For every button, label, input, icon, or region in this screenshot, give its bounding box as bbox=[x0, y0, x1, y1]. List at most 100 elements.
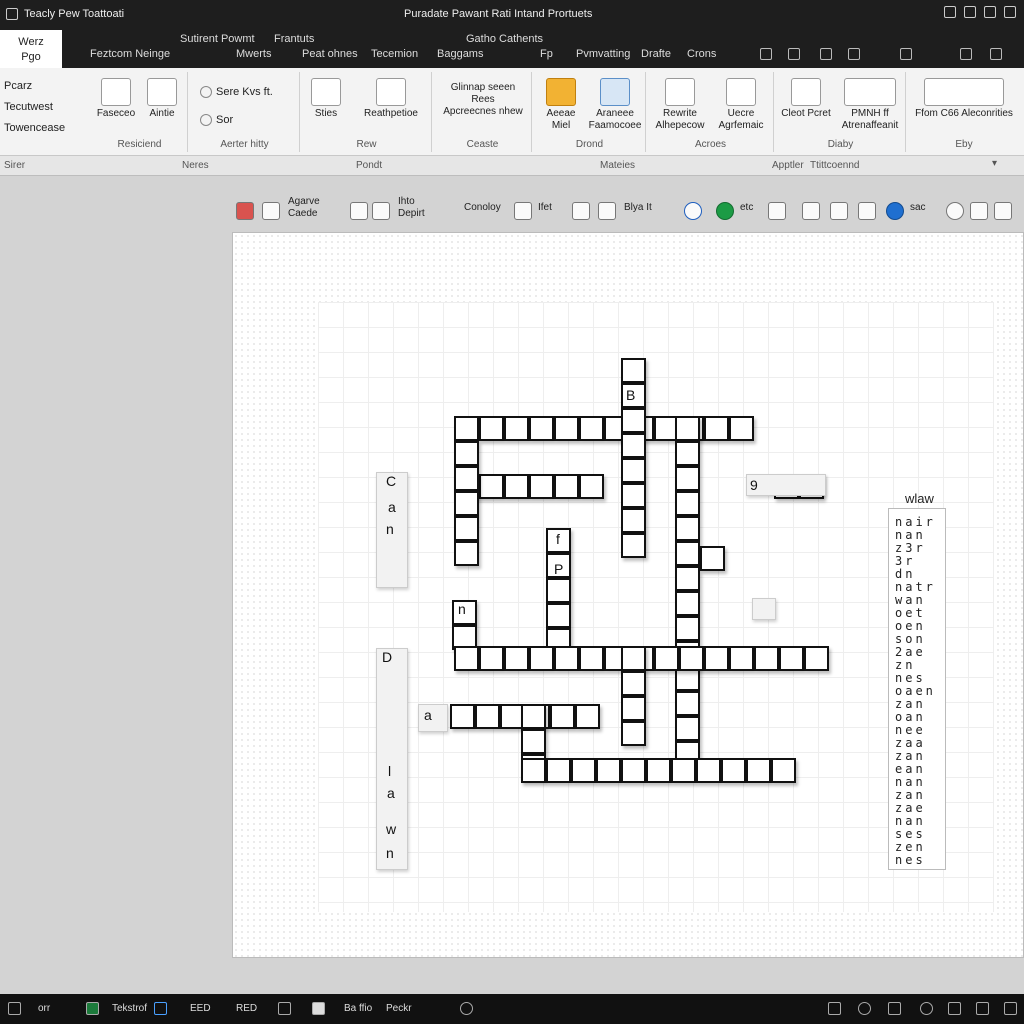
clue-box-5[interactable] bbox=[418, 704, 448, 732]
volume-icon[interactable] bbox=[888, 1002, 901, 1015]
crossword-cell[interactable] bbox=[654, 646, 679, 671]
tab-upper-1[interactable]: Sutirent Powmt bbox=[180, 33, 255, 45]
crossword-cell[interactable] bbox=[550, 704, 575, 729]
blob-icon[interactable] bbox=[886, 202, 904, 220]
start-icon[interactable] bbox=[8, 1002, 21, 1015]
crossword-cell[interactable] bbox=[454, 491, 479, 516]
chevron-down-icon[interactable] bbox=[848, 48, 860, 60]
notification-icon[interactable] bbox=[976, 1002, 989, 1015]
tab-mailings[interactable]: Baggams bbox=[437, 48, 483, 60]
crossword-cell[interactable] bbox=[679, 646, 704, 671]
crossword-cell[interactable] bbox=[504, 474, 529, 499]
crossword-cell[interactable] bbox=[700, 546, 725, 571]
page-icon[interactable] bbox=[830, 202, 848, 220]
crossword-cell[interactable] bbox=[675, 416, 700, 441]
help-icon[interactable] bbox=[990, 48, 1002, 60]
clue-box-4[interactable] bbox=[752, 598, 776, 620]
crossword-cell[interactable] bbox=[675, 616, 700, 641]
clipboard-button-1[interactable]: Faseceo bbox=[96, 78, 136, 120]
crossword-cell[interactable] bbox=[454, 516, 479, 541]
search-icon[interactable] bbox=[460, 1002, 473, 1015]
tab-insert[interactable]: Feztcom Neinge bbox=[90, 48, 170, 60]
arrow-icon[interactable] bbox=[802, 202, 820, 220]
crossword-cell[interactable] bbox=[804, 646, 829, 671]
crossword-cell[interactable] bbox=[479, 416, 504, 441]
tray-icon-1[interactable] bbox=[828, 1002, 841, 1015]
record-icon[interactable] bbox=[236, 202, 254, 220]
crossword-cell[interactable] bbox=[621, 508, 646, 533]
close-icon[interactable] bbox=[1004, 6, 1016, 18]
review-button-2[interactable]: PMNH ff Atrenaffeanit bbox=[836, 78, 904, 132]
crossword-cell[interactable] bbox=[475, 704, 500, 729]
crossword-cell[interactable] bbox=[571, 758, 596, 783]
crossword-cell[interactable] bbox=[479, 474, 504, 499]
crossword-cell[interactable] bbox=[675, 566, 700, 591]
crossword-cell[interactable] bbox=[621, 433, 646, 458]
crossword-cell[interactable] bbox=[554, 474, 579, 499]
crossword-cell[interactable] bbox=[546, 758, 571, 783]
design-button-2[interactable]: Araneee Faamocoee bbox=[586, 78, 644, 132]
ribbon-item-3[interactable]: Towencease bbox=[4, 118, 65, 139]
image-icon[interactable] bbox=[372, 202, 390, 220]
layout-icon[interactable] bbox=[960, 48, 972, 60]
toolbar-item-4[interactable]: Ifet bbox=[538, 202, 552, 213]
toolbar-item-7[interactable]: sac bbox=[910, 202, 926, 213]
review-button-1[interactable]: Cleot Pcret bbox=[778, 78, 834, 120]
design-button-1[interactable]: Aeeae Miel bbox=[538, 78, 584, 132]
crossword-cell[interactable] bbox=[529, 474, 554, 499]
crossword-cell[interactable] bbox=[621, 721, 646, 746]
crossword-cell[interactable] bbox=[729, 416, 754, 441]
crossword-cell[interactable] bbox=[675, 466, 700, 491]
crossword-cell[interactable] bbox=[621, 483, 646, 508]
crossword-cell[interactable] bbox=[621, 408, 646, 433]
crossword-cell[interactable] bbox=[621, 533, 646, 558]
toolbar-item-6[interactable]: etc bbox=[740, 202, 753, 213]
crossword-cell[interactable] bbox=[704, 416, 729, 441]
spreadsheet-icon[interactable] bbox=[86, 1002, 99, 1015]
crossword-cell[interactable] bbox=[521, 704, 546, 729]
crossword-cell[interactable] bbox=[729, 646, 754, 671]
tab-home[interactable]: Werz Pgo bbox=[0, 30, 62, 68]
battery-icon[interactable] bbox=[948, 1002, 961, 1015]
circle-icon[interactable] bbox=[684, 202, 702, 220]
crossword-cell[interactable] bbox=[621, 671, 646, 696]
crossword-cell[interactable] bbox=[621, 646, 646, 671]
crossword-cell[interactable] bbox=[779, 646, 804, 671]
crossword-cell[interactable] bbox=[646, 758, 671, 783]
crossword-cell[interactable] bbox=[454, 441, 479, 466]
font-row-1[interactable]: Sere Kvs ft. bbox=[200, 86, 273, 99]
document-icon[interactable] bbox=[154, 1002, 167, 1015]
settings-icon[interactable] bbox=[920, 1002, 933, 1015]
clock-icon[interactable] bbox=[1004, 1002, 1017, 1015]
crossword-cell[interactable] bbox=[675, 441, 700, 466]
crossword-cell[interactable] bbox=[521, 758, 546, 783]
minus-icon[interactable] bbox=[858, 202, 876, 220]
select-icon[interactable] bbox=[262, 202, 280, 220]
crossword-cell[interactable] bbox=[529, 646, 554, 671]
crossword-cell[interactable] bbox=[721, 758, 746, 783]
clipboard-button-2[interactable]: Aintie bbox=[140, 78, 184, 120]
tab-draw[interactable]: Drafte bbox=[641, 48, 671, 60]
account-icon[interactable] bbox=[964, 6, 976, 18]
crossword-cell[interactable] bbox=[746, 758, 771, 783]
toolbar-item-1[interactable]: Agarve Caede bbox=[288, 196, 332, 220]
crossword-cell[interactable] bbox=[675, 591, 700, 616]
shape-fill-icon[interactable] bbox=[716, 202, 734, 220]
toolbar-item-2[interactable]: Ihto Depirt bbox=[398, 196, 432, 220]
crossword-cell[interactable] bbox=[529, 416, 554, 441]
tab-review[interactable]: Fp bbox=[540, 48, 553, 60]
taskbar-item-6[interactable]: Peckr bbox=[386, 1003, 412, 1014]
crossword-cell[interactable] bbox=[675, 491, 700, 516]
cursor-icon[interactable] bbox=[994, 202, 1012, 220]
crossword-cell[interactable] bbox=[596, 758, 621, 783]
tab-view[interactable]: Pvmvatting bbox=[576, 48, 630, 60]
network-icon[interactable] bbox=[858, 1002, 871, 1015]
settings-icon[interactable] bbox=[946, 202, 964, 220]
crossword-cell[interactable] bbox=[504, 646, 529, 671]
crossword-cell[interactable] bbox=[675, 541, 700, 566]
ribbon-item-paste[interactable]: Pcarz bbox=[4, 76, 65, 97]
taskbar-item-3[interactable]: EED bbox=[190, 1003, 211, 1014]
taskbar-item-5[interactable]: Ba ffio bbox=[344, 1003, 372, 1014]
crossword-cell[interactable] bbox=[454, 646, 479, 671]
tab-layout[interactable]: Peat ohnes bbox=[302, 48, 358, 60]
